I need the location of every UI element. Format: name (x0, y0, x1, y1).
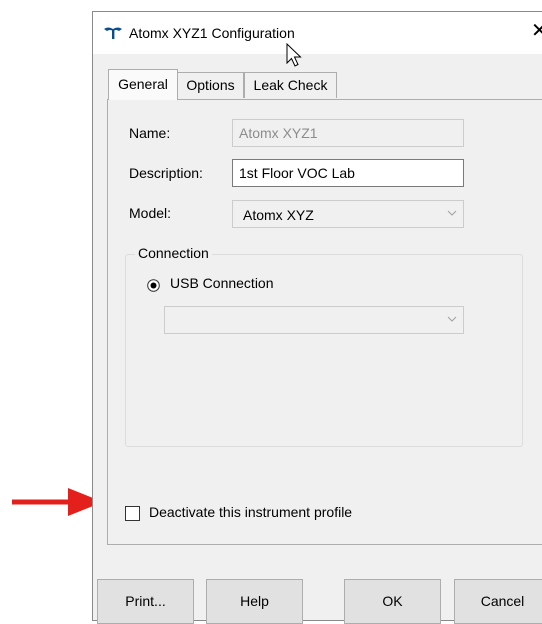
name-field: Atomx XYZ1 (232, 119, 464, 147)
description-field[interactable]: 1st Floor VOC Lab (232, 159, 464, 187)
connection-group: Connection USB Connection (125, 245, 523, 447)
teledyne-logo-icon (104, 27, 122, 39)
title-bar: Atomx XYZ1 Configuration ✕ (93, 12, 542, 54)
connection-caption: Connection (135, 245, 212, 261)
usb-connection-radio[interactable] (147, 279, 160, 292)
chevron-down-icon (447, 210, 457, 216)
model-value: Atomx XYZ (243, 207, 314, 223)
help-button[interactable]: Help (206, 579, 303, 624)
print-button[interactable]: Print... (97, 579, 194, 624)
model-label: Model: (129, 205, 172, 221)
general-tab-panel: Name: Atomx XYZ1 Description: 1st Floor … (107, 99, 542, 545)
name-label: Name: (129, 125, 171, 141)
tab-options[interactable]: Options (177, 72, 244, 98)
model-dropdown[interactable]: Atomx XYZ (232, 200, 464, 228)
ok-button[interactable]: OK (344, 579, 441, 624)
window-title: Atomx XYZ1 Configuration (129, 25, 295, 41)
chevron-down-icon (447, 316, 457, 322)
mouse-cursor-icon (286, 43, 302, 67)
usb-connection-label[interactable]: USB Connection (170, 275, 274, 291)
description-label: Description: (129, 165, 203, 181)
annotation-arrow-icon (12, 488, 103, 516)
configuration-dialog: Atomx XYZ1 Configuration ✕ General Optio… (92, 11, 542, 624)
deactivate-checkbox[interactable] (125, 506, 140, 521)
tab-general[interactable]: General (108, 69, 178, 100)
deactivate-label[interactable]: Deactivate this instrument profile (149, 504, 352, 520)
cancel-button[interactable]: Cancel (454, 579, 542, 624)
close-icon[interactable]: ✕ (531, 21, 542, 41)
tab-leak-check[interactable]: Leak Check (244, 72, 337, 98)
usb-port-dropdown[interactable] (164, 306, 464, 334)
